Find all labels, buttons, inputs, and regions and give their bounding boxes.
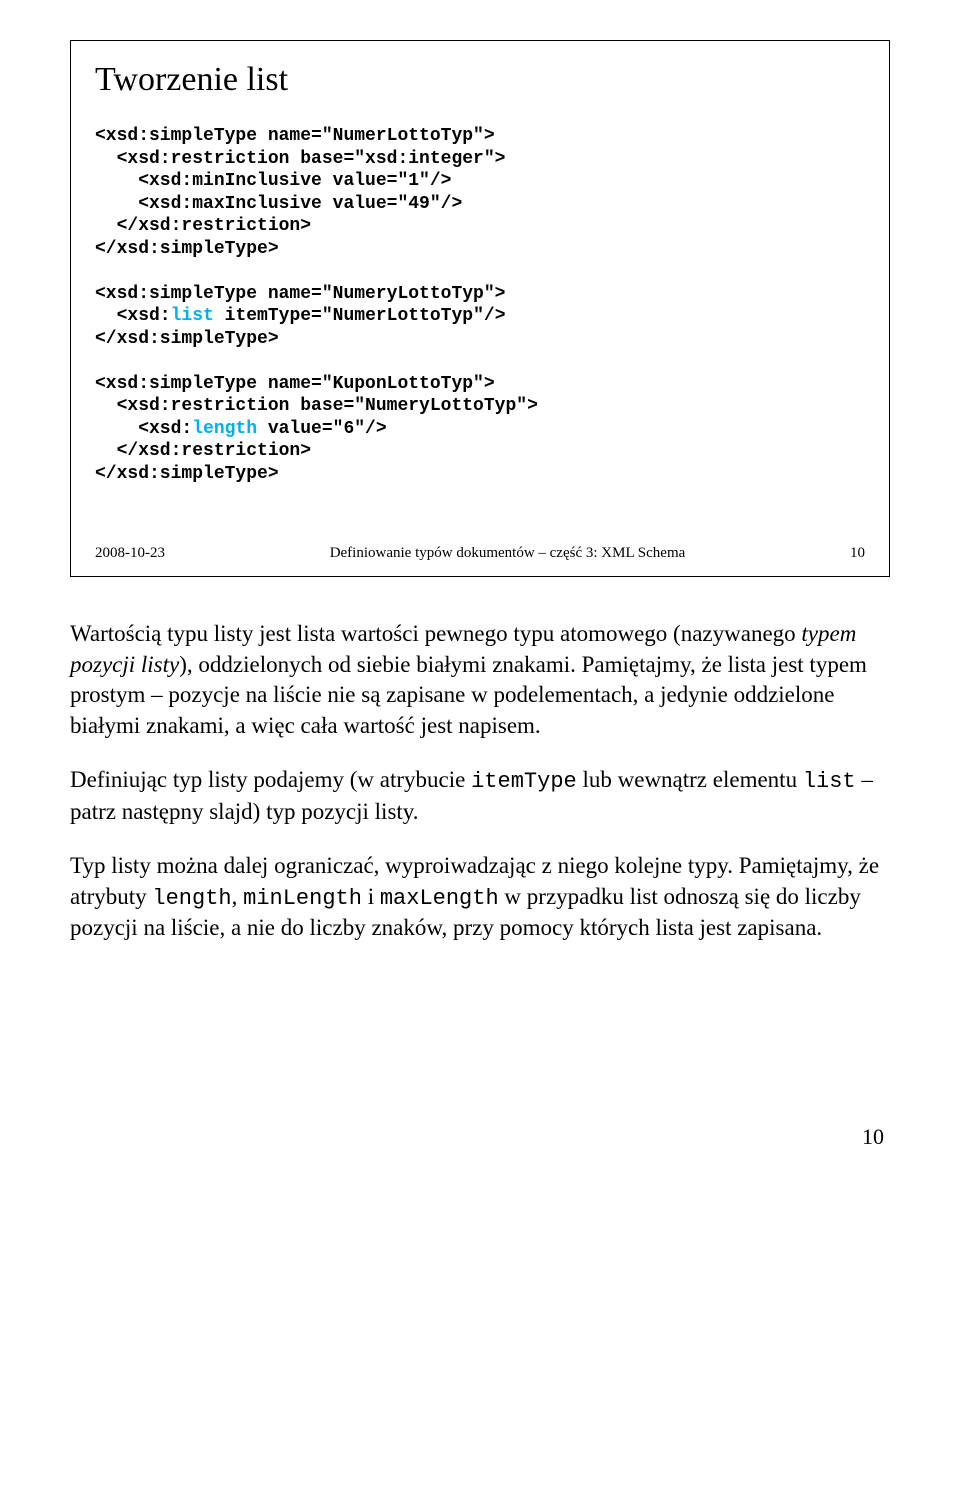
code-inline: maxLength [380,886,499,911]
code-inline: length [152,886,231,911]
code-inline: minLength [243,886,362,911]
text: Wartością typu listy jest lista wartości… [70,621,801,646]
paragraph-3: Typ listy można dalej ograniczać, wyproi… [70,851,890,943]
code-inline: list [803,769,856,794]
slide-footer: 2008-10-23 Definiowanie typów dokumentów… [95,545,865,562]
footer-title: Definiowanie typów dokumentów – część 3:… [330,545,686,562]
text: ), oddzielonych od siebie białymi znakam… [70,652,867,738]
body-text: Wartością typu listy jest lista wartości… [70,619,890,944]
page: Tworzenie list <xsd:simpleType name="Num… [0,0,960,1180]
text: , [232,884,244,909]
page-number: 10 [70,1124,890,1150]
slide-box: Tworzenie list <xsd:simpleType name="Num… [70,40,890,577]
paragraph-1: Wartością typu listy jest lista wartości… [70,619,890,741]
paragraph-2: Definiując typ listy podajemy (w atrybuc… [70,765,890,827]
text: lub wewnątrz elementu [577,767,803,792]
text: i [362,884,380,909]
code-inline: itemType [471,769,577,794]
code-block: <xsd:simpleType name="NumerLottoTyp"> <x… [95,125,865,485]
slide-title: Tworzenie list [95,61,865,99]
footer-page: 10 [850,545,865,562]
text: Definiując typ listy podajemy (w atrybuc… [70,767,471,792]
footer-date: 2008-10-23 [95,545,165,562]
